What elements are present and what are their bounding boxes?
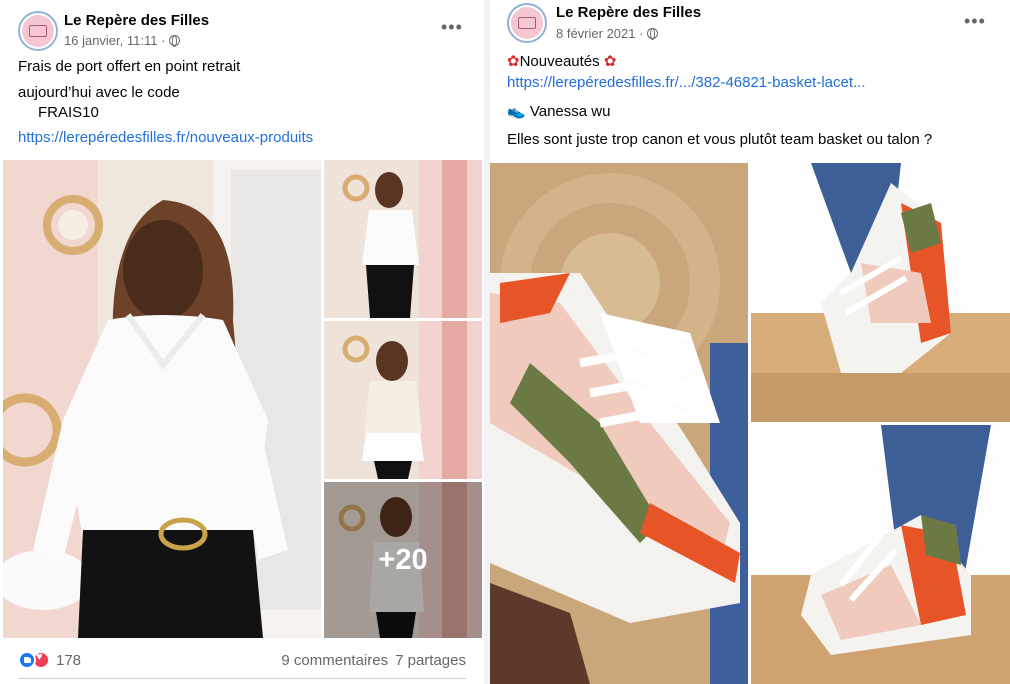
post-meta: 16 janvier, 11:11 · (64, 33, 181, 48)
logo-icon (22, 15, 54, 47)
thumbnail-photo-2[interactable] (324, 321, 482, 479)
post-link[interactable]: https://lerepéredesfilles.fr/.../382-468… (507, 73, 866, 93)
thumbnail-photo-more[interactable]: +20 (324, 482, 482, 638)
page-avatar[interactable] (18, 11, 58, 51)
more-options-icon[interactable]: ••• (441, 18, 463, 36)
post-date[interactable]: 16 janvier, 11:11 · (64, 33, 165, 48)
woman-white-sweater-image (3, 160, 321, 638)
post-text-line-2: aujourd’hui avec le code (18, 84, 180, 101)
page-name-link[interactable]: Le Repère des Filles (64, 12, 209, 29)
hibiscus-emoji-icon: ✿ (603, 53, 617, 70)
like-reaction-icon (18, 651, 36, 669)
post-date[interactable]: 8 février 2021 · (556, 26, 643, 41)
main-photo[interactable] (490, 163, 748, 684)
sneaker-worn-image (751, 425, 1010, 684)
thumbnail-photo-1[interactable] (324, 160, 482, 318)
post-meta: 8 février 2021 · (556, 26, 659, 41)
model-name: Vanessa wu (529, 103, 611, 120)
page-name-link[interactable]: Le Repère des Filles (556, 4, 701, 21)
main-photo[interactable] (3, 160, 321, 638)
post-card-2: Le Repère des Filles 8 février 2021 · ••… (490, 0, 1010, 684)
shares-count-link[interactable]: 7 partages (395, 652, 466, 669)
post-footer: 178 9 commentaires 7 partages (0, 648, 484, 672)
globe-icon (647, 28, 659, 40)
comments-count-link[interactable]: 9 commentaires (281, 652, 388, 669)
post-header: Le Repère des Filles 8 février 2021 · ••… (490, 0, 1010, 52)
mirror-selfie-image (324, 160, 482, 318)
post-card-1: Le Repère des Filles 16 janvier, 11:11 ·… (0, 0, 484, 684)
post-title: Nouveautés (519, 53, 600, 70)
promo-code: FRAIS10 (38, 104, 99, 121)
post-caption: Elles sont juste trop canon et vous plut… (507, 131, 933, 148)
divider (18, 678, 466, 679)
thumbnail-photo-1[interactable] (751, 163, 1010, 422)
model-line: 👟 Vanessa wu (507, 102, 610, 122)
post-link[interactable]: https://lerepéredesfilles.fr/nouveaux-pr… (18, 128, 313, 148)
globe-icon (169, 35, 181, 47)
sneaker-worn-image (751, 163, 1010, 422)
more-options-icon[interactable]: ••• (964, 12, 986, 30)
post-header: Le Repère des Filles 16 janvier, 11:11 ·… (0, 0, 484, 52)
post-title-line: ✿Nouveautés ✿ (507, 52, 616, 72)
more-photos-count: +20 (378, 543, 428, 576)
mirror-selfie-image (324, 321, 482, 479)
reactions-summary[interactable]: 178 (18, 651, 81, 669)
post-text-line-1: Frais de port offert en point retrait (18, 58, 241, 75)
logo-icon (511, 7, 543, 39)
thumbnail-photo-2[interactable] (751, 425, 1010, 684)
reaction-count: 178 (56, 651, 82, 669)
sneaker-in-hand-image (490, 163, 748, 684)
page-avatar[interactable] (507, 3, 547, 43)
sneaker-emoji-icon: 👟 (507, 103, 526, 120)
hibiscus-emoji-icon: ✿ (507, 53, 520, 70)
